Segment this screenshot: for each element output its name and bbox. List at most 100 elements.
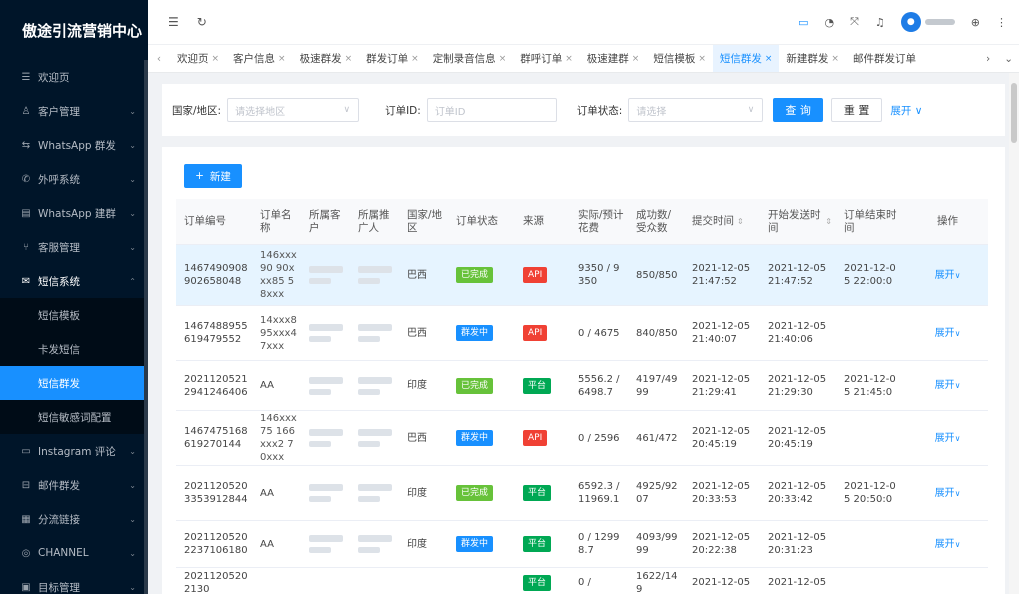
- source-badge: API: [523, 430, 548, 446]
- user-menu[interactable]: ●: [900, 12, 955, 32]
- cost-value: 6592.3 / 11969.1: [578, 481, 620, 505]
- search-button[interactable]: 查 询: [773, 98, 823, 122]
- sort-icon[interactable]: ⇕: [737, 215, 744, 228]
- table-row[interactable]: 1467490908902658048 146xxx90 90xxx85 58xx…: [176, 245, 988, 306]
- customer-cell: [301, 306, 350, 360]
- new-order-button[interactable]: + 新建: [184, 164, 242, 188]
- table-row[interactable]: 20211205202237106180 AA 印度 群发中 平台 0 / 12998.7…: [176, 521, 988, 568]
- sidebar-item[interactable]: ⊟ 邮件群发 ⌄: [0, 468, 148, 502]
- sidebar-item[interactable]: ✉ 短信系统 ⌃: [0, 264, 148, 298]
- table-row[interactable]: 20211205212941246406 AA 印度 已完成 平台 5556.2 / 64…: [176, 361, 988, 411]
- notification-bell-icon[interactable]: ♫: [875, 16, 885, 29]
- chevron-down-icon: ∨: [343, 105, 351, 115]
- table-row[interactable]: 20211205203353912844 AA 印度 已完成 平台 6592.3 / 11…: [176, 466, 988, 521]
- close-icon[interactable]: ×: [212, 54, 220, 64]
- tab[interactable]: 群呼订单 ×: [513, 45, 580, 72]
- cost-cell: 9350 / 9350: [570, 245, 628, 305]
- redacted-value: [358, 376, 392, 395]
- sidebar-item[interactable]: ⇆ WhatsApp 群发 ⌄: [0, 128, 148, 162]
- redacted-value: [309, 484, 343, 502]
- refresh-icon[interactable]: ↻: [197, 15, 207, 29]
- fullscreen-icon[interactable]: ▭: [798, 16, 808, 29]
- table-row[interactable]: 1467488955619479552 14xxx8 95xxx4 7xxx 巴西 群…: [176, 306, 988, 361]
- collapse-menu-icon[interactable]: ☰: [168, 15, 179, 29]
- column-header: 实际/预计花费: [570, 199, 628, 244]
- status-select[interactable]: 请选择 ∨: [628, 98, 764, 122]
- close-icon[interactable]: ×: [632, 54, 640, 64]
- sidebar-item[interactable]: ▦ 分流链接 ⌄: [0, 502, 148, 536]
- close-icon[interactable]: ×: [831, 54, 839, 64]
- close-icon[interactable]: ×: [411, 54, 419, 64]
- sidebar-subitem[interactable]: 短信模板: [0, 298, 148, 332]
- sort-icon[interactable]: ⇕: [825, 215, 832, 228]
- close-icon[interactable]: ×: [765, 54, 773, 64]
- tabs-scroll-right-icon[interactable]: ›: [986, 53, 990, 65]
- close-icon[interactable]: ×: [698, 54, 706, 64]
- tab[interactable]: 群发订单 ×: [359, 45, 426, 72]
- expand-row-link[interactable]: [903, 568, 988, 594]
- sidebar-item[interactable]: ▣ 目标管理 ⌄: [0, 570, 148, 594]
- redacted-value: [309, 376, 343, 395]
- status-cell: 群发中: [448, 411, 515, 465]
- tab[interactable]: 客户信息 ×: [226, 45, 293, 72]
- user-icon: ♙: [21, 105, 31, 117]
- table-row[interactable]: 1467475168619270144 146xxx75 166xxx2 70xx…: [176, 411, 988, 466]
- column-header[interactable]: 订单结束时间: [836, 199, 903, 244]
- tab[interactable]: 短信模板 ×: [646, 45, 713, 72]
- chevron-down-icon: ⌄: [129, 548, 136, 558]
- sidebar-item[interactable]: ♙ 客户管理 ⌄: [0, 94, 148, 128]
- expand-icon[interactable]: ⤧: [850, 15, 859, 29]
- tab[interactable]: 新建群发 ×: [779, 45, 846, 72]
- sidebar-subitem[interactable]: 卡发短信: [0, 332, 148, 366]
- language-globe-icon[interactable]: ⊕: [971, 16, 980, 29]
- more-vertical-icon[interactable]: ⋮: [996, 16, 1007, 29]
- close-icon[interactable]: ×: [278, 54, 286, 64]
- page-scrollbar[interactable]: [1009, 73, 1019, 594]
- tabs-scroll-left-icon[interactable]: ‹: [148, 53, 170, 65]
- source-cell: 平台: [515, 466, 570, 520]
- promoter-cell: [350, 466, 399, 520]
- sidebar-item[interactable]: ▤ WhatsApp 建群 ⌄: [0, 196, 148, 230]
- close-icon[interactable]: ×: [345, 54, 353, 64]
- tab[interactable]: 邮件群发订单: [846, 45, 923, 72]
- tab[interactable]: 欢迎页 ×: [170, 45, 226, 72]
- expand-filter-link[interactable]: 展开 ∨: [890, 103, 922, 118]
- column-header[interactable]: 提交时间 ⇕: [684, 199, 760, 244]
- close-icon[interactable]: ×: [565, 54, 573, 64]
- expand-row-link[interactable]: 展开 ∨: [903, 411, 988, 465]
- tab[interactable]: 定制录音信息 ×: [426, 45, 514, 72]
- column-header[interactable]: 开始发送时间 ⇕: [760, 199, 836, 244]
- column-header: 订单状态: [448, 199, 515, 244]
- country-placeholder: 请选择地区: [235, 106, 286, 118]
- tab[interactable]: 极速建群 ×: [580, 45, 647, 72]
- sidebar-item[interactable]: ✆ 外呼系统 ⌄: [0, 162, 148, 196]
- table-row[interactable]: 20211205202130 平台 0 / 1622/149 2021-12-05 202…: [176, 568, 988, 594]
- expand-row-link[interactable]: 展开 ∨: [903, 245, 988, 305]
- cost-value: 0 / 2596: [578, 432, 620, 444]
- sidebar-item[interactable]: ⑂ 客服管理 ⌄: [0, 230, 148, 264]
- scroll-thumb[interactable]: [1011, 83, 1017, 143]
- avatar[interactable]: ●: [900, 12, 921, 32]
- reset-button[interactable]: 重 置: [830, 98, 883, 122]
- expand-row-link[interactable]: 展开 ∨: [903, 306, 988, 360]
- tabs-dropdown-icon[interactable]: ⌄: [1004, 53, 1013, 65]
- country-cell: 印度: [399, 466, 448, 520]
- sidebar-item[interactable]: ▭ Instagram 评论 ⌄: [0, 434, 148, 468]
- tab[interactable]: 极速群发 ×: [293, 45, 360, 72]
- expand-row-link[interactable]: 展开 ∨: [903, 521, 988, 567]
- close-icon[interactable]: ×: [499, 54, 507, 64]
- redacted-value: [358, 535, 392, 553]
- theme-icon[interactable]: ◔: [824, 16, 834, 29]
- sidebar-item[interactable]: ☰ 欢迎页: [0, 60, 148, 94]
- sidebar-item[interactable]: ◎ CHANNEL ⌄: [0, 536, 148, 570]
- country-select[interactable]: 请选择地区 ∨: [227, 98, 360, 122]
- start-cell: 2021-12-05 21:29:30: [760, 361, 836, 410]
- expand-row-link[interactable]: 展开 ∨: [903, 361, 988, 410]
- expand-row-link[interactable]: 展开 ∨: [903, 466, 988, 520]
- submit-value: 2021-12-05 21:29:41: [692, 373, 751, 398]
- column-header-label: 订单名称: [260, 208, 292, 234]
- tab[interactable]: 短信群发 ×: [712, 45, 780, 72]
- sidebar-subitem[interactable]: 短信敏感词配置: [0, 400, 148, 434]
- order-id-input[interactable]: 订单ID: [426, 98, 557, 122]
- sidebar-subitem[interactable]: 短信群发: [0, 366, 148, 400]
